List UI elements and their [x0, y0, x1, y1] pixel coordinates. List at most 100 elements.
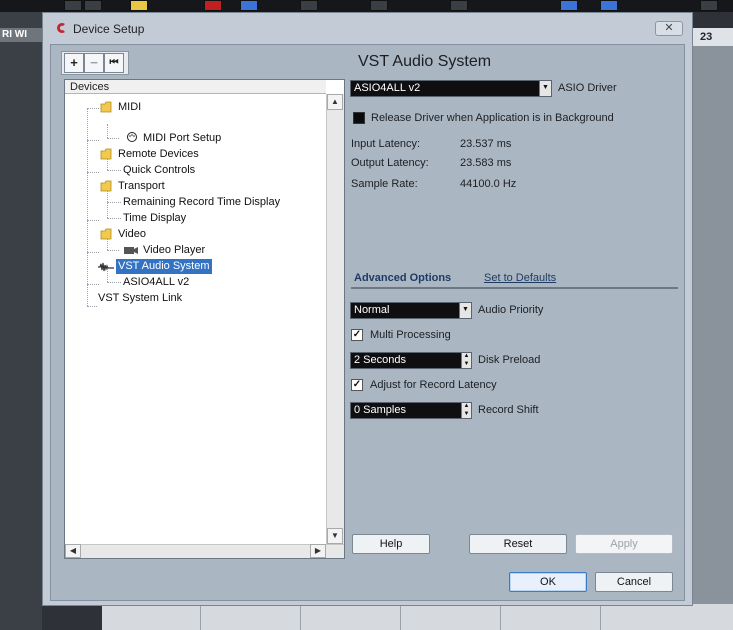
tree-line	[107, 218, 121, 219]
record-button[interactable]	[204, 0, 222, 11]
toolbar-tool[interactable]	[560, 0, 578, 11]
toolbar-tool[interactable]	[450, 0, 468, 11]
toolbar-tool[interactable]	[370, 0, 388, 11]
grid-line	[300, 604, 301, 630]
scroll-right-arrow-icon[interactable]: ▶	[310, 544, 326, 558]
add-device-button[interactable]: +	[64, 53, 84, 73]
tree-horizontal-scrollbar[interactable]: ◀ ▶	[65, 544, 344, 558]
tree-item-midi-port-setup[interactable]: MIDI Port Setup	[143, 131, 221, 146]
input-latency-value: 23.537 ms	[460, 138, 512, 150]
record-shift-stepper[interactable]: 0 Samples ▲ ▼	[350, 402, 472, 419]
asio-driver-select[interactable]: ASIO4ALL v2 ▼	[350, 80, 552, 97]
release-driver-label: Release Driver when Application is in Ba…	[371, 112, 614, 124]
spinner-arrows-icon[interactable]: ▲ ▼	[461, 403, 471, 418]
folder-icon	[100, 180, 112, 192]
toolbar-tool[interactable]	[700, 0, 718, 11]
tree-line	[107, 138, 119, 139]
tree-line	[107, 202, 121, 203]
adjust-record-latency-checkbox[interactable]: ✓	[351, 379, 363, 391]
scroll-up-arrow-icon[interactable]: ▲	[327, 94, 343, 110]
toolbar-tool[interactable]	[84, 0, 102, 11]
help-button[interactable]: Help	[352, 534, 430, 554]
set-to-defaults-link[interactable]: Set to Defaults	[484, 272, 556, 284]
tree-item-transport[interactable]: Transport	[118, 179, 165, 194]
apply-button[interactable]: Apply	[575, 534, 673, 554]
read-write-buttons[interactable]: RI WI	[0, 28, 42, 42]
tree-item-remaining-record-time[interactable]: Remaining Record Time Display	[123, 195, 280, 210]
audio-priority-select[interactable]: Normal ▼	[350, 302, 472, 319]
device-tree[interactable]: Devices MIDI MIDI Port Setup Remote Devi…	[64, 79, 345, 559]
tree-line	[87, 284, 99, 285]
arrange-grid[interactable]	[102, 604, 733, 630]
close-button[interactable]: ✕	[655, 21, 683, 36]
chevron-down-icon: ▼	[539, 81, 551, 96]
tree-line	[87, 172, 99, 173]
output-latency-label: Output Latency:	[351, 157, 429, 169]
toolbar-tool[interactable]	[130, 0, 148, 11]
reset-button[interactable]: Reset	[469, 534, 567, 554]
sample-rate-label: Sample Rate:	[351, 178, 418, 190]
multi-processing-label: Multi Processing	[370, 329, 451, 341]
record-shift-label: Record Shift	[478, 404, 539, 416]
cancel-button[interactable]: Cancel	[595, 572, 673, 592]
record-shift-value: 0 Samples	[354, 404, 406, 416]
input-latency-label: Input Latency:	[351, 138, 421, 150]
tree-item-midi[interactable]: MIDI	[118, 100, 141, 115]
ruler-bar-number: 23	[700, 31, 713, 43]
toolbar-tool[interactable]	[600, 0, 618, 11]
tree-item-quick-controls[interactable]: Quick Controls	[123, 163, 195, 178]
disk-preload-label: Disk Preload	[478, 354, 541, 366]
device-setup-dialog: Device Setup ✕ + − ⏮ Devices MIDI MIDI P…	[42, 12, 693, 606]
asio-driver-value: ASIO4ALL v2	[354, 82, 421, 94]
remove-device-button[interactable]: −	[84, 53, 104, 73]
grid-line	[600, 604, 601, 630]
tree-item-asio4all[interactable]: ASIO4ALL v2	[123, 275, 189, 290]
tree-line	[87, 108, 99, 109]
audio-priority-label: Audio Priority	[478, 304, 544, 316]
multi-processing-checkbox[interactable]: ✓	[351, 329, 363, 341]
tree-vertical-scrollbar[interactable]: ▲ ▼	[326, 94, 344, 544]
tree-line	[107, 124, 108, 138]
tree-item-vst-system-link[interactable]: VST System Link	[98, 291, 182, 306]
scroll-down-arrow-icon[interactable]: ▼	[327, 528, 343, 544]
tree-item-video[interactable]: Video	[118, 227, 146, 242]
tab-advanced-options[interactable]: Advanced Options	[354, 272, 451, 284]
chevron-down-icon: ▼	[459, 303, 471, 318]
tree-item-remote-devices[interactable]: Remote Devices	[118, 147, 199, 162]
timeline-ruler[interactable]: 23	[690, 28, 733, 46]
ok-button[interactable]: OK	[509, 572, 587, 592]
video-camera-icon	[124, 247, 138, 254]
panel-title: VST Audio System	[358, 53, 492, 70]
disk-preload-value: 2 Seconds	[354, 354, 406, 366]
asio-driver-label: ASIO Driver	[558, 82, 617, 94]
sample-rate-value: 44100.0 Hz	[460, 178, 517, 190]
midi-port-icon	[127, 132, 137, 142]
dialog-title: Device Setup	[73, 22, 145, 36]
toolbar-tool[interactable]	[64, 0, 82, 11]
folder-icon	[100, 228, 112, 240]
reset-device-button[interactable]: ⏮	[104, 53, 124, 73]
grid-line	[400, 604, 401, 630]
scroll-left-arrow-icon[interactable]: ◀	[65, 544, 81, 558]
dialog-titlebar[interactable]: Device Setup ✕	[43, 13, 692, 43]
grid-line	[200, 604, 201, 630]
tree-line	[87, 140, 99, 141]
release-driver-checkbox[interactable]	[353, 112, 365, 124]
toolbar-tool[interactable]	[240, 0, 258, 11]
tree-line	[87, 306, 97, 307]
grid-line	[500, 604, 501, 630]
tree-line	[107, 282, 121, 283]
tree-line	[107, 250, 119, 251]
audio-priority-value: Normal	[354, 304, 390, 316]
folder-icon	[100, 148, 112, 160]
tree-item-time-display[interactable]: Time Display	[123, 211, 186, 226]
tree-item-video-player[interactable]: Video Player	[143, 243, 205, 258]
toolbar-tool[interactable]	[300, 0, 318, 11]
disk-preload-stepper[interactable]: 2 Seconds ▲ ▼	[350, 352, 472, 369]
daw-toolbar	[0, 0, 733, 12]
dialog-client-area: + − ⏮ Devices MIDI MIDI Port Setup Remot…	[50, 44, 685, 601]
audio-waveform-icon	[98, 262, 114, 272]
spinner-arrows-icon[interactable]: ▲ ▼	[461, 353, 471, 368]
tree-item-vst-audio-system[interactable]: VST Audio System	[116, 259, 212, 274]
track-list-strip	[0, 12, 42, 630]
